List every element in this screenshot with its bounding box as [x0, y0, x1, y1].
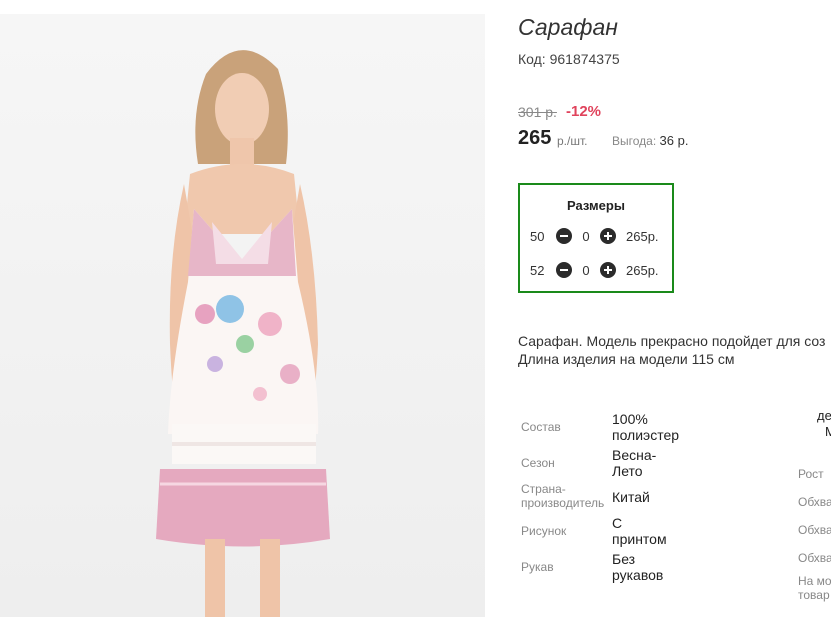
attribute-value-line: Весна- — [612, 447, 657, 463]
attribute-value: Весна- Лето — [612, 447, 656, 479]
size-row: 50 0 265р. — [530, 226, 659, 246]
savings: Выгода: 36 р. — [612, 133, 688, 148]
measurement-label: Обхва — [798, 495, 831, 509]
measurement-label: Обхва — [798, 551, 831, 565]
plus-circle-icon[interactable] — [600, 262, 616, 278]
product-image — [0, 14, 485, 617]
right-column-header: де — [817, 408, 831, 423]
product-photo[interactable] — [0, 14, 485, 617]
current-price: 265 — [518, 127, 552, 149]
sizes-title: Размеры — [567, 198, 625, 213]
product-code: Код: 961874375 — [518, 51, 620, 67]
measurement-label: товар — [798, 588, 830, 602]
attribute-label: Рукав — [521, 560, 554, 574]
attribute-value: Китай — [612, 489, 650, 505]
attribute-value-line: 100% — [612, 411, 648, 427]
attribute-value-line: полиэстер — [612, 427, 680, 443]
size-label: 52 — [530, 262, 545, 278]
attribute-label: Рисунок — [521, 524, 567, 538]
attribute-label-line: производитель — [521, 496, 605, 510]
size-price: 265р. — [626, 262, 659, 278]
attribute-value-line: Лето — [612, 463, 643, 479]
attribute-label: Страна- производитель — [521, 482, 604, 510]
description-line: Длина изделия на модели 115 см — [518, 351, 735, 367]
plus-circle-icon[interactable] — [600, 228, 616, 244]
attribute-value-line: С — [612, 515, 623, 531]
size-row: 52 0 265р. — [530, 260, 659, 280]
attribute-value-line: Без — [612, 551, 636, 567]
attribute-value-line: рукавов — [612, 567, 664, 583]
savings-value: 36 р. — [659, 133, 689, 148]
size-price: 265р. — [626, 228, 659, 244]
sizes-panel: Размеры 50 0 265р. 52 0 265р. — [518, 183, 674, 293]
measurement-label: Рост — [798, 467, 824, 481]
description-line: Сарафан. Модель прекрасно подойдет для с… — [518, 333, 826, 349]
attribute-value: Без рукавов — [612, 551, 663, 583]
product-title: Сарафан — [518, 14, 618, 40]
minus-circle-icon[interactable] — [556, 262, 572, 278]
old-price: 301 р. — [518, 104, 557, 120]
discount-badge: -12% — [566, 103, 602, 120]
attribute-value: С принтом — [612, 515, 667, 547]
quantity-value[interactable]: 0 — [572, 229, 600, 244]
product-description: Сарафан. Модель прекрасно подойдет для с… — [518, 332, 825, 368]
price-unit: р./шт. — [557, 134, 588, 148]
attribute-value-line: Китай — [612, 489, 650, 505]
minus-circle-icon[interactable] — [556, 228, 572, 244]
quantity-value[interactable]: 0 — [572, 263, 600, 278]
savings-label: Выгода: — [612, 134, 657, 148]
size-label: 50 — [530, 228, 545, 244]
attribute-label-line: Страна- — [521, 482, 566, 496]
measurement-label: На мо — [798, 574, 831, 588]
attribute-value: 100% полиэстер — [612, 411, 679, 443]
right-column-header: М — [825, 424, 831, 439]
attribute-label: Сезон — [521, 456, 555, 470]
attribute-value-line: принтом — [612, 531, 667, 547]
measurement-label: Обхва — [798, 523, 831, 537]
attribute-label: Состав — [521, 420, 561, 434]
